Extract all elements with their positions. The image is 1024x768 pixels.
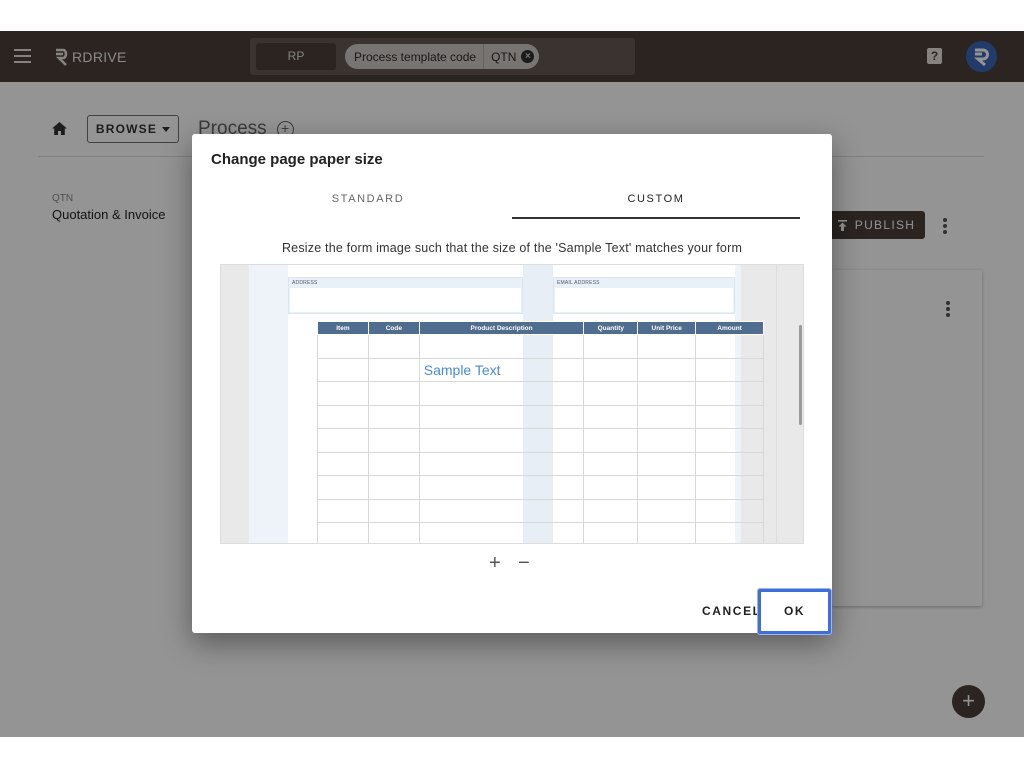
column-header: Amount [695,321,764,335]
address-block: ADDRESS [288,277,523,314]
ok-button[interactable]: OK [758,589,831,634]
tab-standard[interactable]: STANDARD [224,193,512,205]
paper-size-dialog: Change page paper size STANDARD CUSTOM R… [192,134,832,634]
table-row [317,522,764,543]
instruction-text: Resize the form image such that the size… [281,241,743,255]
table-row [317,404,764,429]
column-header: Code [367,321,420,335]
dialog-title: Change page paper size [211,151,383,168]
tab-custom[interactable]: CUSTOM [512,193,800,205]
table-row [317,475,764,500]
table-header-row: Item Code Product Description Quantity U… [317,321,764,335]
form-sheet: ADDRESS EMAIL ADDRESS Item Code Product … [249,265,764,543]
table-row [317,451,764,476]
preview-divider [776,265,777,543]
table-row [317,334,764,359]
column-header: Item [317,321,369,335]
active-tab-indicator [512,217,800,219]
table-row [317,498,764,523]
column-header: Unit Price [637,321,697,335]
column-header: Quantity [583,321,639,335]
sample-text[interactable]: Sample Text [418,357,585,382]
address-label: ADDRESS [292,280,318,286]
table-row [317,428,764,453]
preview-scrollbar[interactable] [799,325,802,425]
email-label: EMAIL ADDRESS [557,280,600,286]
table-row [317,381,764,406]
product-table: Item Code Product Description Quantity U… [317,321,764,543]
cancel-button[interactable]: CANCEL [702,604,762,618]
screen: RDRIVE RP Process template code QTN × ? … [0,0,1024,768]
table-row: Sample Text [317,357,764,382]
zoom-out-button[interactable]: − [518,552,530,575]
column-header: Product Description [418,321,585,335]
form-preview[interactable]: ADDRESS EMAIL ADDRESS Item Code Product … [220,264,804,544]
email-block: EMAIL ADDRESS [553,277,735,314]
zoom-in-button[interactable]: + [489,552,501,575]
